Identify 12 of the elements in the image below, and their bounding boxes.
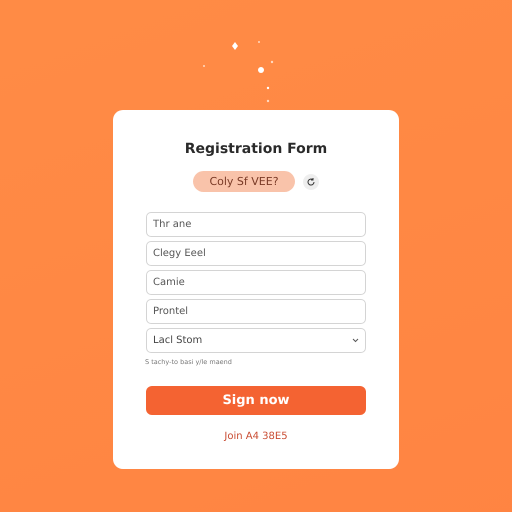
footer-link[interactable]: Join A4 38E5 <box>224 431 288 442</box>
text-field[interactable]: Thr ane <box>146 212 366 237</box>
captcha-pill: Coly Sf VEE? <box>193 171 295 192</box>
refresh-icon <box>306 176 316 186</box>
submit-button[interactable]: Sign now <box>146 386 366 415</box>
form-title: Registration Form <box>184 141 328 157</box>
chevron-icon <box>352 338 359 343</box>
text-field[interactable]: Camie <box>146 270 366 295</box>
text-field[interactable]: Clegy Eeel <box>146 241 366 266</box>
text-field[interactable]: Prontel <box>146 299 366 324</box>
refresh-button[interactable] <box>302 174 319 190</box>
select-field[interactable]: Lacl Stom <box>146 328 366 353</box>
